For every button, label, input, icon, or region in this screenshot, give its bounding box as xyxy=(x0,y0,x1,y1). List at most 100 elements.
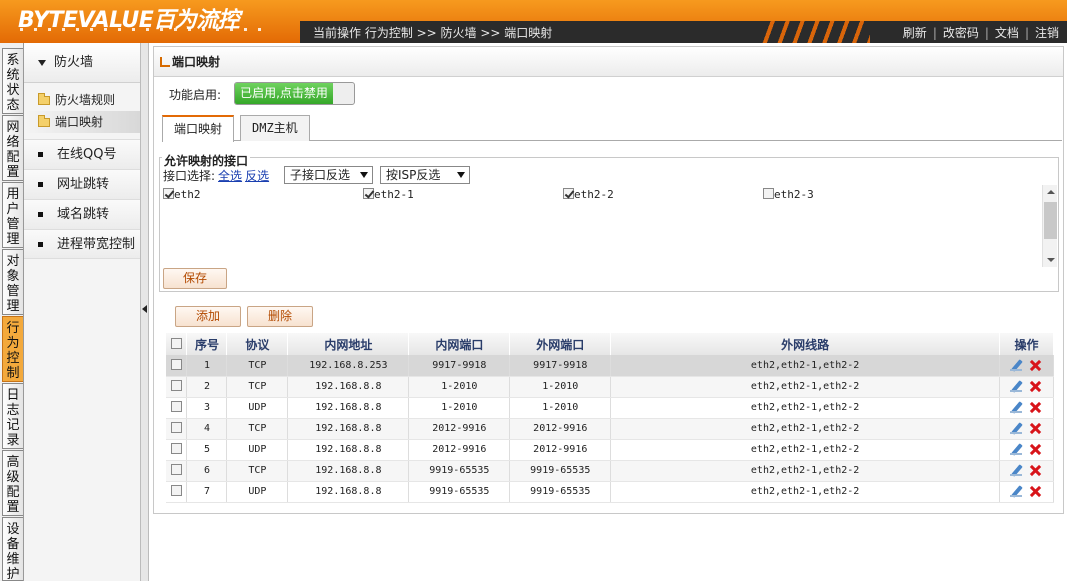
menu-sub-port-mapping[interactable]: 端口映射 xyxy=(24,111,140,133)
cell-index: 1 xyxy=(186,355,228,377)
row-checkbox-cell[interactable] xyxy=(166,418,188,440)
row-checkbox-cell[interactable] xyxy=(166,439,188,461)
edit-icon[interactable] xyxy=(1010,464,1023,477)
row-checkbox[interactable] xyxy=(170,422,182,433)
row-checkbox[interactable] xyxy=(170,358,182,370)
interface-checkbox-eth2-3[interactable]: eth2-3 xyxy=(763,188,814,201)
edit-icon[interactable] xyxy=(1010,380,1023,393)
table-row[interactable]: 3 UDP 192.168.8.8 1-2010 1-2010 eth2,eth2-1,e… xyxy=(166,397,1055,419)
select-all-link[interactable]: 全选 xyxy=(218,169,242,183)
folder-icon xyxy=(38,93,50,105)
isp-invert-select[interactable]: 按ISP反选 xyxy=(380,166,470,184)
vtab-logs[interactable]: 日志记录 xyxy=(2,383,23,449)
edit-icon[interactable] xyxy=(1010,485,1023,498)
sub-interface-invert-select[interactable]: 子接口反选 xyxy=(284,166,373,184)
tab-port-mapping[interactable]: 端口映射 xyxy=(162,115,235,142)
delete-icon[interactable] xyxy=(1029,485,1042,498)
row-checkbox-cell[interactable] xyxy=(166,355,188,377)
vertical-tabs: 系统状态 网络配置 用户管理 对象管理 行为控制 日志记录 高级配置 设备维护 xyxy=(0,43,24,582)
table-row[interactable]: 4 TCP 192.168.8.8 2012-9916 2012-9916 eth2,et… xyxy=(166,418,1055,440)
change-password-link[interactable]: 改密码 xyxy=(943,26,979,40)
panel-title-text: 端口映射 xyxy=(172,55,221,69)
vtab-object-management[interactable]: 对象管理 xyxy=(2,249,23,315)
edit-icon[interactable] xyxy=(1010,443,1023,456)
delete-icon[interactable] xyxy=(1029,401,1042,414)
delete-icon[interactable] xyxy=(1029,443,1042,456)
arrow-icon xyxy=(160,57,170,67)
checkbox-checked[interactable] xyxy=(563,188,574,199)
interface-list-scrollbar[interactable] xyxy=(1042,185,1057,267)
interface-checkbox-eth2[interactable]: eth2 xyxy=(163,188,201,201)
vtab-behavior-control[interactable]: 行为控制 xyxy=(2,316,23,382)
invert-link[interactable]: 反选 xyxy=(245,169,269,183)
docs-link[interactable]: 文档 xyxy=(995,26,1019,40)
row-checkbox[interactable] xyxy=(170,380,182,391)
checkbox-checked[interactable] xyxy=(363,188,374,199)
table-row[interactable]: 6 TCP 192.168.8.8 9919-65535 9919-65535 eth2,… xyxy=(166,460,1055,482)
sidebar-splitter[interactable] xyxy=(140,43,149,581)
feature-toggle[interactable]: 已启用,点击禁用 xyxy=(234,82,355,105)
interface-checkbox-eth2-2[interactable]: eth2-2 xyxy=(563,188,614,201)
cell-index: 2 xyxy=(186,376,228,398)
select-all-checkbox-header[interactable] xyxy=(166,333,188,355)
edit-icon[interactable] xyxy=(1010,359,1023,372)
refresh-link[interactable]: 刷新 xyxy=(903,26,927,40)
edit-icon[interactable] xyxy=(1010,401,1023,414)
delete-button[interactable]: 删除 xyxy=(247,306,313,327)
table-row[interactable]: 2 TCP 192.168.8.8 1-2010 1-2010 eth2,eth2-1,e… xyxy=(166,376,1055,398)
row-checkbox[interactable] xyxy=(170,464,182,475)
delete-icon[interactable] xyxy=(1029,359,1042,372)
row-checkbox-cell[interactable] xyxy=(166,460,188,482)
menu-item-domain-redirect[interactable]: 域名跳转 xyxy=(24,199,140,229)
checkbox-checked[interactable] xyxy=(163,188,174,199)
cell-actions xyxy=(999,439,1055,461)
logout-link[interactable]: 注销 xyxy=(1035,26,1059,40)
tab-dmz-host[interactable]: DMZ主机 xyxy=(240,115,310,141)
collapse-arrow-icon[interactable] xyxy=(142,305,147,313)
panel-title: 端口映射 xyxy=(154,47,1063,77)
menu-item-online-qq[interactable]: 在线QQ号 xyxy=(24,139,140,169)
vtab-system-status[interactable]: 系统状态 xyxy=(2,48,23,114)
cell-external-port: 9917-9918 xyxy=(509,355,612,377)
scrollbar-thumb[interactable] xyxy=(1044,202,1057,239)
table-row[interactable]: 1 TCP 192.168.8.253 9917-9918 9917-9918 eth2,… xyxy=(166,355,1055,377)
cell-internal-address: 192.168.8.253 xyxy=(287,355,410,377)
menu-item-process-bandwidth[interactable]: 进程带宽控制 xyxy=(24,229,140,259)
vtab-user-management[interactable]: 用户管理 xyxy=(2,182,23,248)
row-checkbox[interactable] xyxy=(170,401,182,412)
row-checkbox-cell[interactable] xyxy=(166,397,188,419)
delete-icon[interactable] xyxy=(1029,422,1042,435)
app-header: BYTEVALUE百为流控 当前操作 行为控制 >> 防火墙 >> 端口映射 刷… xyxy=(0,0,1067,43)
cell-internal-port: 1-2010 xyxy=(408,376,511,398)
cell-actions xyxy=(999,418,1055,440)
cell-internal-address: 192.168.8.8 xyxy=(287,376,410,398)
vtab-device-maintenance[interactable]: 设备维护 xyxy=(2,517,23,582)
table-row[interactable]: 7 UDP 192.168.8.8 9919-65535 9919-65535 eth2,… xyxy=(166,481,1055,503)
edit-icon[interactable] xyxy=(1010,422,1023,435)
menu-group-firewall[interactable]: 防火墙 xyxy=(24,43,140,83)
row-checkbox[interactable] xyxy=(170,485,182,496)
menu-item-url-redirect[interactable]: 网址跳转 xyxy=(24,169,140,199)
interface-name: eth2 xyxy=(174,188,201,201)
triangle-down-icon xyxy=(38,59,46,66)
delete-icon[interactable] xyxy=(1029,464,1042,477)
vtab-network-config[interactable]: 网络配置 xyxy=(2,115,23,181)
row-checkbox-cell[interactable] xyxy=(166,481,188,503)
scroll-up-icon[interactable] xyxy=(1047,190,1055,194)
row-checkbox-cell[interactable] xyxy=(166,376,188,398)
port-mapping-table: 序号 协议 内网地址 内网端口 外网端口 外网线路 操作 1 TCP 192.168… xyxy=(166,333,1055,503)
add-button[interactable]: 添加 xyxy=(175,306,241,327)
interface-checkbox-eth2-1[interactable]: eth2-1 xyxy=(363,188,414,201)
row-checkbox[interactable] xyxy=(170,443,182,454)
table-row[interactable]: 5 UDP 192.168.8.8 2012-9916 2012-9916 eth2,et… xyxy=(166,439,1055,461)
menu-sub-firewall-rules[interactable]: 防火墙规则 xyxy=(24,89,140,111)
scroll-down-icon[interactable] xyxy=(1047,258,1055,262)
save-button[interactable]: 保存 xyxy=(163,268,227,289)
checkbox-unchecked[interactable] xyxy=(170,338,182,349)
bullet-icon xyxy=(38,242,43,247)
checkbox-unchecked[interactable] xyxy=(763,188,774,199)
left-menu: 防火墙 防火墙规则 端口映射 在线QQ号 网址跳转 域名跳转 进程带宽控制 xyxy=(24,43,140,581)
vtab-advanced-config[interactable]: 高级配置 xyxy=(2,450,23,516)
cell-external-line: eth2,eth2-1,eth2-2 xyxy=(610,355,1000,377)
delete-icon[interactable] xyxy=(1029,380,1042,393)
